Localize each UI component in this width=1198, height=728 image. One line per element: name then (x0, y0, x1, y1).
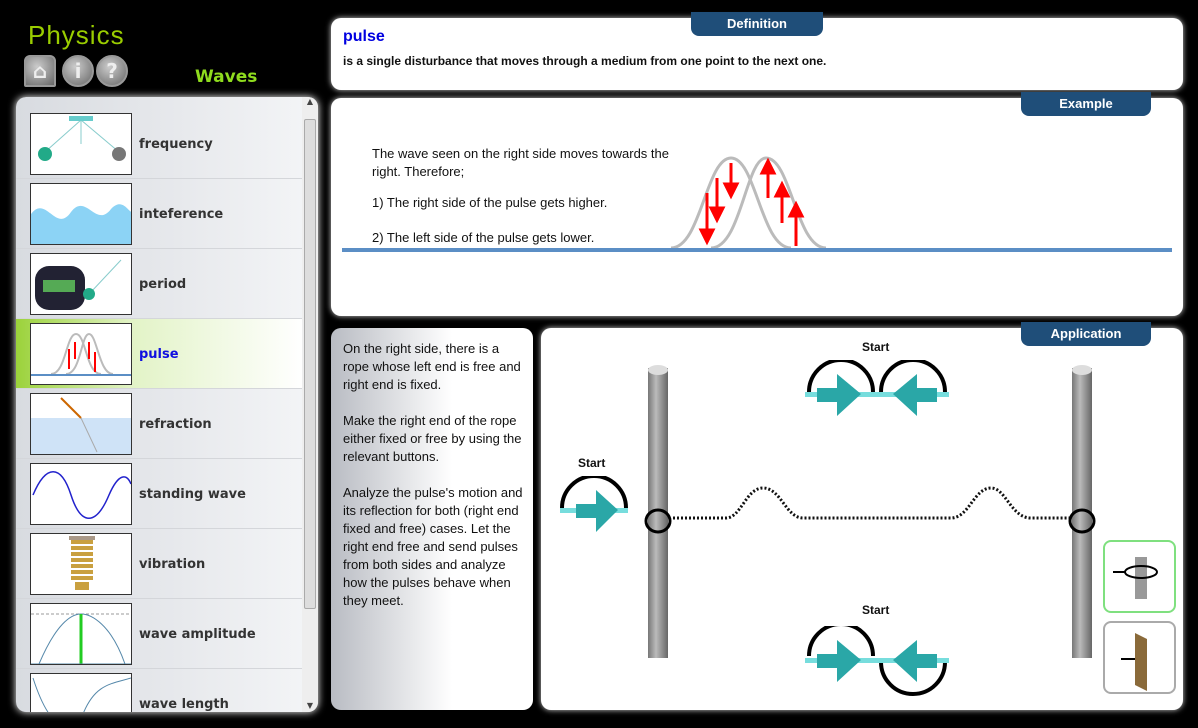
topic-item-period[interactable]: period (16, 249, 302, 319)
topic-item-wave-amplitude[interactable]: wave amplitude (16, 599, 302, 669)
start-label: Start (862, 603, 890, 617)
start-both-sides-button[interactable] (803, 626, 951, 696)
instructions-panel: On the right side, there is a rope whose… (331, 328, 533, 710)
example-panel: The wave seen on the right side moves to… (331, 98, 1183, 316)
topic-thumbnail (30, 463, 132, 525)
topic-label: period (139, 277, 187, 292)
free-end-button[interactable] (1103, 540, 1176, 613)
topic-label: standing wave (139, 487, 246, 502)
home-icon[interactable]: ⌂ (24, 55, 56, 87)
topic-thumbnail (30, 603, 133, 665)
instruction-text: On the right side, there is a rope whose… (343, 341, 521, 392)
definition-term: pulse (343, 28, 385, 45)
topic-thumbnail (30, 533, 132, 595)
topic-label: wave amplitude (139, 627, 256, 642)
scrollbar[interactable]: ▲ ▼ (302, 97, 318, 712)
topic-thumbnail (30, 113, 132, 175)
section-title: Waves (195, 67, 258, 87)
start-label: Start (862, 340, 890, 354)
topic-label: frequency (139, 137, 213, 152)
tab-application: Application (1021, 322, 1151, 346)
topic-item-vibration[interactable]: vibration (16, 529, 302, 599)
topic-item-pulse[interactable]: pulse (16, 319, 302, 389)
definition-text: is a single disturbance that moves throu… (343, 54, 827, 68)
topic-thumbnail (30, 183, 133, 246)
topic-list: ▲ ▼ frequency inteference period pulse refrac… (16, 97, 318, 712)
topic-item-inteference[interactable]: inteference (16, 179, 302, 249)
topic-item-frequency[interactable]: frequency (16, 109, 302, 179)
topic-thumbnail (30, 253, 132, 315)
instruction-text: Make the right end of the rope either fi… (343, 413, 522, 464)
app-logo: Physics (28, 20, 125, 50)
topic-label: vibration (139, 557, 206, 572)
topic-label: pulse (139, 347, 179, 362)
topic-item-wave-length[interactable]: wave length (16, 669, 302, 712)
application-panel: Start Start Start (541, 328, 1183, 710)
start-label: Start (578, 456, 606, 470)
topic-label: inteference (139, 207, 224, 222)
start-both-sides-button[interactable] (803, 360, 951, 420)
topic-thumbnail (30, 393, 133, 456)
topic-item-refraction[interactable]: refraction (16, 389, 302, 459)
topic-label: wave length (139, 697, 229, 712)
pulse-diagram (342, 156, 1172, 252)
tab-definition: Definition (691, 12, 823, 36)
topic-thumbnail (30, 673, 132, 712)
start-right-arrow-button[interactable] (558, 476, 630, 536)
topic-thumbnail (30, 323, 133, 385)
info-icon[interactable]: i (62, 55, 94, 87)
help-icon[interactable]: ? (96, 55, 128, 87)
topic-label: refraction (139, 417, 212, 432)
topic-item-standing-wave[interactable]: standing wave (16, 459, 302, 529)
fixed-end-button[interactable] (1103, 621, 1176, 694)
instruction-text: Analyze the pulse's motion and its refle… (343, 485, 523, 608)
tab-example: Example (1021, 92, 1151, 116)
